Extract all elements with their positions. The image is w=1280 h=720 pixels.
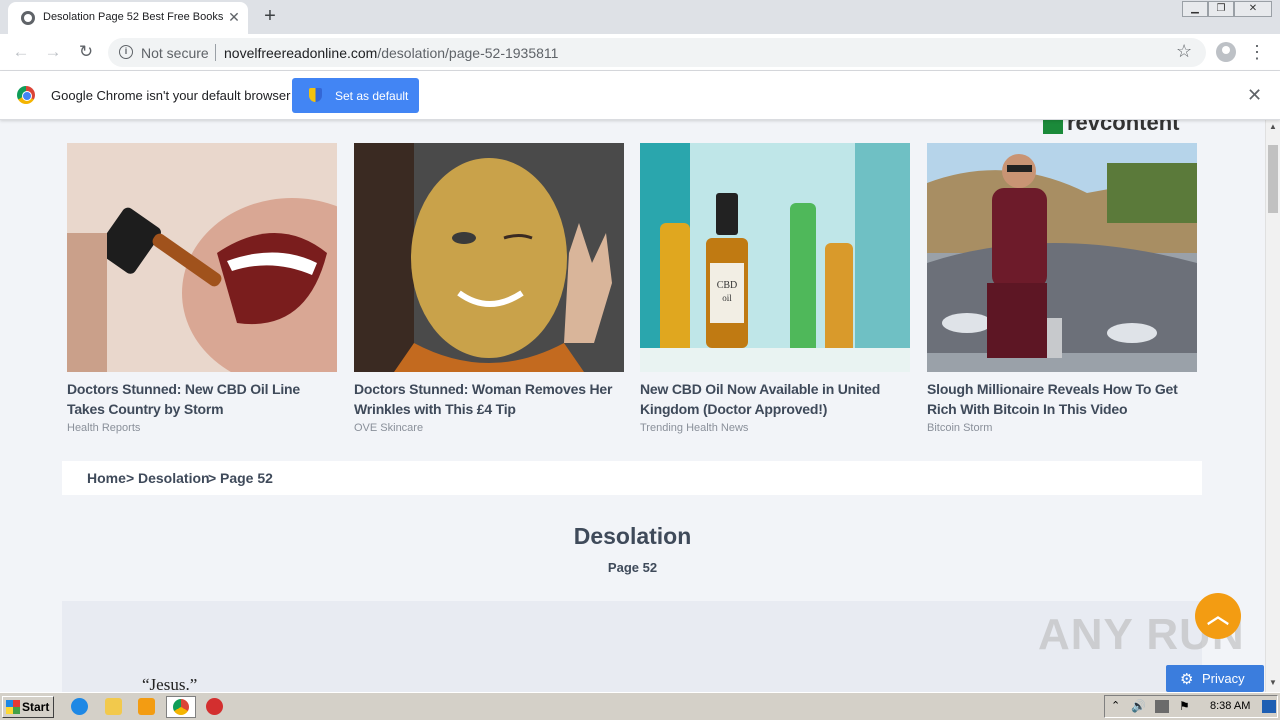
bookmark-star-icon[interactable]: ☆ [1176, 41, 1192, 62]
start-label: Start [22, 700, 50, 714]
vertical-scrollbar[interactable]: ▲ ▼ [1265, 120, 1280, 692]
chevron-up-icon: ︿ [1206, 603, 1229, 628]
revcontent-brand: revcontent [1067, 120, 1180, 135]
infobar-close-icon[interactable]: ✕ [1247, 85, 1262, 106]
ad-card[interactable]: Doctors Stunned: New CBD Oil Line Takes … [67, 143, 337, 434]
browser-tab[interactable]: Desolation Page 52 Best Free Books ✕ [8, 2, 248, 34]
tab-close-button[interactable]: ✕ [225, 8, 243, 26]
svg-text:CBD: CBD [717, 280, 738, 291]
windows-taskbar: Start ⌃ 🔊 ⚑ 8:38 AM [0, 692, 1280, 720]
chrome-icon [173, 699, 189, 715]
ad-card[interactable]: Slough Millionaire Reveals How To Get Ri… [927, 143, 1197, 434]
volume-icon[interactable]: 🔊 [1131, 699, 1146, 713]
breadcrumb-book-link[interactable]: Desolation [138, 470, 210, 486]
ad-card[interactable]: Doctors Stunned: Woman Removes Her Wrink… [354, 143, 624, 434]
book-title: Desolation [573, 523, 692, 549]
ad-headline[interactable]: New CBD Oil Now Available in United King… [640, 379, 910, 419]
address-separator [215, 44, 216, 61]
url-path: /desolation/page-52-1935811 [377, 45, 559, 61]
infobar-message: Google Chrome isn't your default browser [51, 88, 291, 103]
tab-title: Desolation Page 52 Best Free Books [43, 11, 223, 23]
ad-source[interactable]: Bitcoin Storm [927, 422, 1197, 434]
ad-source[interactable]: OVE Skincare [354, 422, 624, 434]
kebab-menu-icon[interactable]: ⋮ [1248, 40, 1266, 64]
ad-image-rolls-royce[interactable] [927, 143, 1197, 372]
url-text[interactable]: novelfreereadonline.com/desolation/page-… [224, 45, 558, 61]
chapter-paragraph: “Jesus.” [142, 675, 198, 692]
page-label: Page 52 [607, 560, 658, 575]
shield-icon [309, 88, 322, 102]
media-player-icon[interactable] [138, 698, 155, 715]
reload-icon[interactable]: ↻ [74, 40, 98, 64]
folder-icon[interactable] [105, 698, 122, 715]
svg-text:oil: oil [722, 293, 732, 303]
system-tray: ⌃ 🔊 ⚑ 8:38 AM [1104, 695, 1278, 718]
chrome-logo-icon [17, 86, 35, 104]
profile-avatar-icon[interactable] [1216, 42, 1236, 62]
set-as-default-button[interactable]: Set as default [292, 78, 419, 113]
scroll-up-arrow-icon[interactable]: ▲ [1269, 122, 1277, 131]
back-arrow-icon[interactable]: ← [9, 40, 33, 64]
globe-icon [21, 11, 35, 25]
ad-source[interactable]: Health Reports [67, 422, 337, 434]
minimize-button[interactable]: ▁ [1182, 1, 1208, 17]
tab-strip: Desolation Page 52 Best Free Books ✕ + ▁… [0, 0, 1280, 34]
forward-arrow-icon[interactable]: → [41, 40, 65, 64]
security-label[interactable]: Not secure [141, 45, 209, 61]
ad-source[interactable]: Trending Health News [640, 422, 910, 434]
web-page: revcontent Doctors Stunned: New CBD Oil … [0, 120, 1265, 692]
network-icon[interactable] [1155, 700, 1169, 713]
breadcrumb-separator: > [208, 470, 217, 486]
gear-icon: ⚙ [1180, 671, 1194, 688]
ad-headline[interactable]: Slough Millionaire Reveals How To Get Ri… [927, 379, 1197, 419]
restore-button[interactable]: ❐ [1208, 1, 1234, 17]
breadcrumb: Home > Desolation > Page 52 [62, 461, 1202, 495]
url-host: novelfreereadonline.com [224, 45, 378, 61]
ad-headline[interactable]: Doctors Stunned: Woman Removes Her Wrink… [354, 379, 624, 419]
browser-toolbar: ← → ↻ i Not secure novelfreereadonline.c… [0, 34, 1280, 71]
breadcrumb-current-page: Page 52 [220, 470, 273, 486]
scroll-to-top-button[interactable]: ︿ [1195, 593, 1241, 639]
tray-expand-icon[interactable]: ⌃ [1111, 699, 1120, 712]
ad-headline[interactable]: Doctors Stunned: New CBD Oil Line Takes … [67, 379, 337, 419]
ad-image-cbd-bottle[interactable]: CBD oil [640, 143, 910, 372]
default-browser-infobar: Google Chrome isn't your default browser… [0, 71, 1280, 120]
privacy-button[interactable]: ⚙ Privacy [1166, 665, 1264, 692]
stop-icon[interactable] [206, 698, 223, 715]
window-close-button[interactable]: ✕ [1234, 1, 1272, 17]
ad-image-dropper[interactable] [67, 143, 337, 372]
privacy-label: Privacy [1202, 671, 1245, 686]
ad-image-face-mask[interactable] [354, 143, 624, 372]
revcontent-mark-icon [1043, 120, 1063, 135]
flag-icon[interactable]: ⚑ [1179, 699, 1190, 713]
address-bar[interactable]: i Not secure novelfreereadonline.com/des… [108, 38, 1206, 67]
breadcrumb-home-link[interactable]: Home [87, 470, 126, 486]
new-tab-button[interactable]: + [258, 5, 282, 29]
windows-flag-icon [6, 700, 20, 714]
scrollbar-thumb[interactable] [1268, 145, 1278, 213]
breadcrumb-separator: > [126, 470, 135, 486]
show-desktop-icon[interactable] [1262, 700, 1276, 713]
set-as-default-label: Set as default [335, 89, 409, 103]
ad-card[interactable]: CBD oil New CBD Oil Now Available in Uni… [640, 143, 910, 434]
clock[interactable]: 8:38 AM [1210, 700, 1250, 712]
info-icon[interactable]: i [119, 45, 133, 59]
internet-explorer-icon[interactable] [71, 698, 88, 715]
start-button[interactable]: Start [2, 696, 54, 718]
chapter-text-container: “Jesus.” [62, 601, 1202, 692]
revcontent-logo[interactable]: revcontent [1043, 120, 1179, 136]
scroll-down-arrow-icon[interactable]: ▼ [1269, 678, 1277, 687]
